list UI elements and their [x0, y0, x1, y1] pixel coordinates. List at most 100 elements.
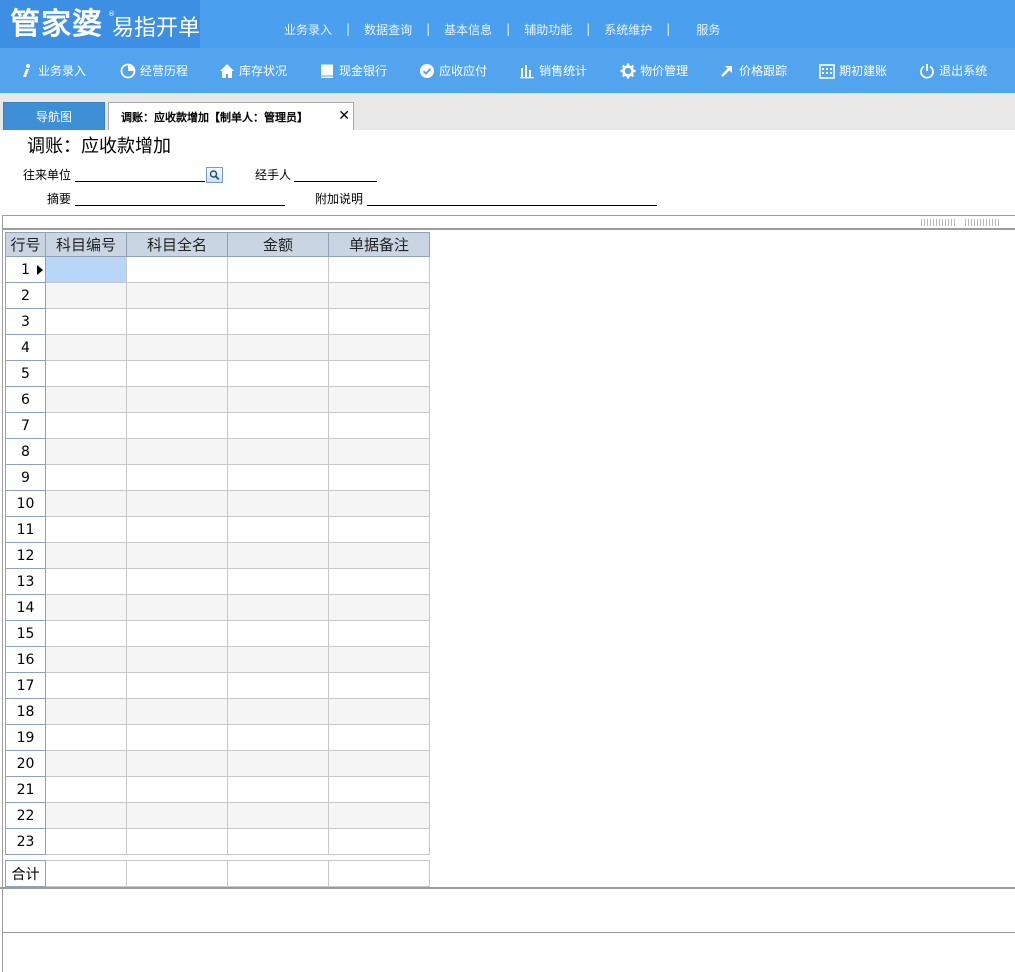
cell-account-name[interactable]	[126, 438, 228, 465]
table-row[interactable]: 15	[5, 620, 430, 647]
close-icon[interactable]: ✕	[338, 108, 350, 124]
table-row[interactable]: 18	[5, 698, 430, 725]
cell-amount[interactable]	[227, 464, 329, 491]
note-input[interactable]	[367, 205, 657, 206]
cell-account-code[interactable]	[45, 568, 127, 595]
handler-input[interactable]	[294, 181, 377, 182]
cell-remark[interactable]	[328, 438, 430, 465]
cell-amount[interactable]	[227, 412, 329, 439]
cell-account-code[interactable]	[45, 750, 127, 777]
top-menu-item-query[interactable]: 数据查询	[350, 21, 426, 38]
table-row[interactable]: 6	[5, 386, 430, 413]
cell-account-code[interactable]	[45, 672, 127, 699]
cell-amount[interactable]	[227, 750, 329, 777]
cell-account-code[interactable]	[45, 438, 127, 465]
top-menu-item-maintenance[interactable]: 系统维护	[590, 21, 666, 38]
cell-amount[interactable]	[227, 672, 329, 699]
cell-remark[interactable]	[328, 308, 430, 335]
cell-remark[interactable]	[328, 594, 430, 621]
cell-remark[interactable]	[328, 750, 430, 777]
cell-account-code[interactable]	[45, 490, 127, 517]
toolbar-cash-button[interactable]: 现金银行	[319, 48, 387, 93]
table-row[interactable]: 13	[5, 568, 430, 595]
cell-account-name[interactable]	[126, 750, 228, 777]
table-row[interactable]: 1	[5, 256, 430, 283]
toolbar-stock-button[interactable]: 库存状况	[219, 48, 287, 93]
cell-amount[interactable]	[227, 802, 329, 829]
cell-remark[interactable]	[328, 282, 430, 309]
cell-remark[interactable]	[328, 516, 430, 543]
partner-input[interactable]	[75, 181, 205, 182]
cell-account-code[interactable]	[45, 828, 127, 855]
cell-account-name[interactable]	[126, 308, 228, 335]
table-row[interactable]: 3	[5, 308, 430, 335]
cell-account-code[interactable]	[45, 334, 127, 361]
cell-amount[interactable]	[227, 776, 329, 803]
table-row[interactable]: 14	[5, 594, 430, 621]
cell-remark[interactable]	[328, 360, 430, 387]
cell-account-name[interactable]	[126, 802, 228, 829]
splitter-bar[interactable]	[3, 215, 1015, 230]
cell-account-name[interactable]	[126, 386, 228, 413]
cell-amount[interactable]	[227, 490, 329, 517]
cell-remark[interactable]	[328, 386, 430, 413]
cell-remark[interactable]	[328, 828, 430, 855]
partner-lookup-button[interactable]	[206, 167, 223, 183]
table-row[interactable]: 16	[5, 646, 430, 673]
cell-account-code[interactable]	[45, 698, 127, 725]
cell-account-name[interactable]	[126, 542, 228, 569]
top-menu-item-aux[interactable]: 辅助功能	[510, 21, 586, 38]
column-header-account-name[interactable]: 科目全名	[126, 232, 228, 257]
cell-account-name[interactable]	[126, 776, 228, 803]
table-row[interactable]: 4	[5, 334, 430, 361]
toolbar-receivable-button[interactable]: 应收应付	[419, 48, 487, 93]
table-row[interactable]: 2	[5, 282, 430, 309]
cell-amount[interactable]	[227, 516, 329, 543]
cell-amount[interactable]	[227, 360, 329, 387]
cell-amount[interactable]	[227, 308, 329, 335]
column-header-remark[interactable]: 单据备注	[328, 232, 430, 257]
cell-account-code[interactable]	[45, 724, 127, 751]
cell-account-name[interactable]	[126, 724, 228, 751]
cell-account-code[interactable]	[45, 308, 127, 335]
table-row[interactable]: 19	[5, 724, 430, 751]
cell-remark[interactable]	[328, 464, 430, 491]
cell-account-name[interactable]	[126, 620, 228, 647]
cell-amount[interactable]	[227, 334, 329, 361]
toolbar-sales-stats-button[interactable]: 销售统计	[519, 48, 587, 93]
cell-account-name[interactable]	[126, 334, 228, 361]
cell-account-code[interactable]	[45, 542, 127, 569]
toolbar-exit-button[interactable]: 退出系统	[919, 48, 987, 93]
table-row[interactable]: 10	[5, 490, 430, 517]
cell-remark[interactable]	[328, 672, 430, 699]
top-menu-item-basic-info[interactable]: 基本信息	[430, 21, 506, 38]
cell-remark[interactable]	[328, 646, 430, 673]
toolbar-price-button[interactable]: 物价管理	[620, 48, 688, 93]
cell-account-code[interactable]	[45, 360, 127, 387]
cell-amount[interactable]	[227, 542, 329, 569]
cell-account-code[interactable]	[45, 282, 127, 309]
cell-account-name[interactable]	[126, 698, 228, 725]
cell-amount[interactable]	[227, 646, 329, 673]
cell-account-name[interactable]	[126, 490, 228, 517]
cell-remark[interactable]	[328, 542, 430, 569]
cell-account-code[interactable]	[45, 464, 127, 491]
cell-amount[interactable]	[227, 282, 329, 309]
cell-account-code[interactable]	[45, 412, 127, 439]
cell-amount[interactable]	[227, 568, 329, 595]
tab-navigation-map[interactable]: 导航图	[3, 102, 105, 130]
table-row[interactable]: 8	[5, 438, 430, 465]
table-row[interactable]: 23	[5, 828, 430, 855]
cell-remark[interactable]	[328, 256, 430, 283]
cell-account-code[interactable]	[45, 386, 127, 413]
cell-account-name[interactable]	[126, 568, 228, 595]
splitter-grip[interactable]	[921, 219, 955, 226]
cell-amount[interactable]	[227, 620, 329, 647]
cell-remark[interactable]	[328, 620, 430, 647]
top-menu-item-service[interactable]: 服务	[670, 21, 734, 38]
toolbar-history-button[interactable]: 经营历程	[120, 48, 188, 93]
cell-account-name[interactable]	[126, 256, 228, 283]
splitter-grip[interactable]	[965, 219, 999, 226]
cell-amount[interactable]	[227, 594, 329, 621]
column-header-amount[interactable]: 金额	[227, 232, 329, 257]
